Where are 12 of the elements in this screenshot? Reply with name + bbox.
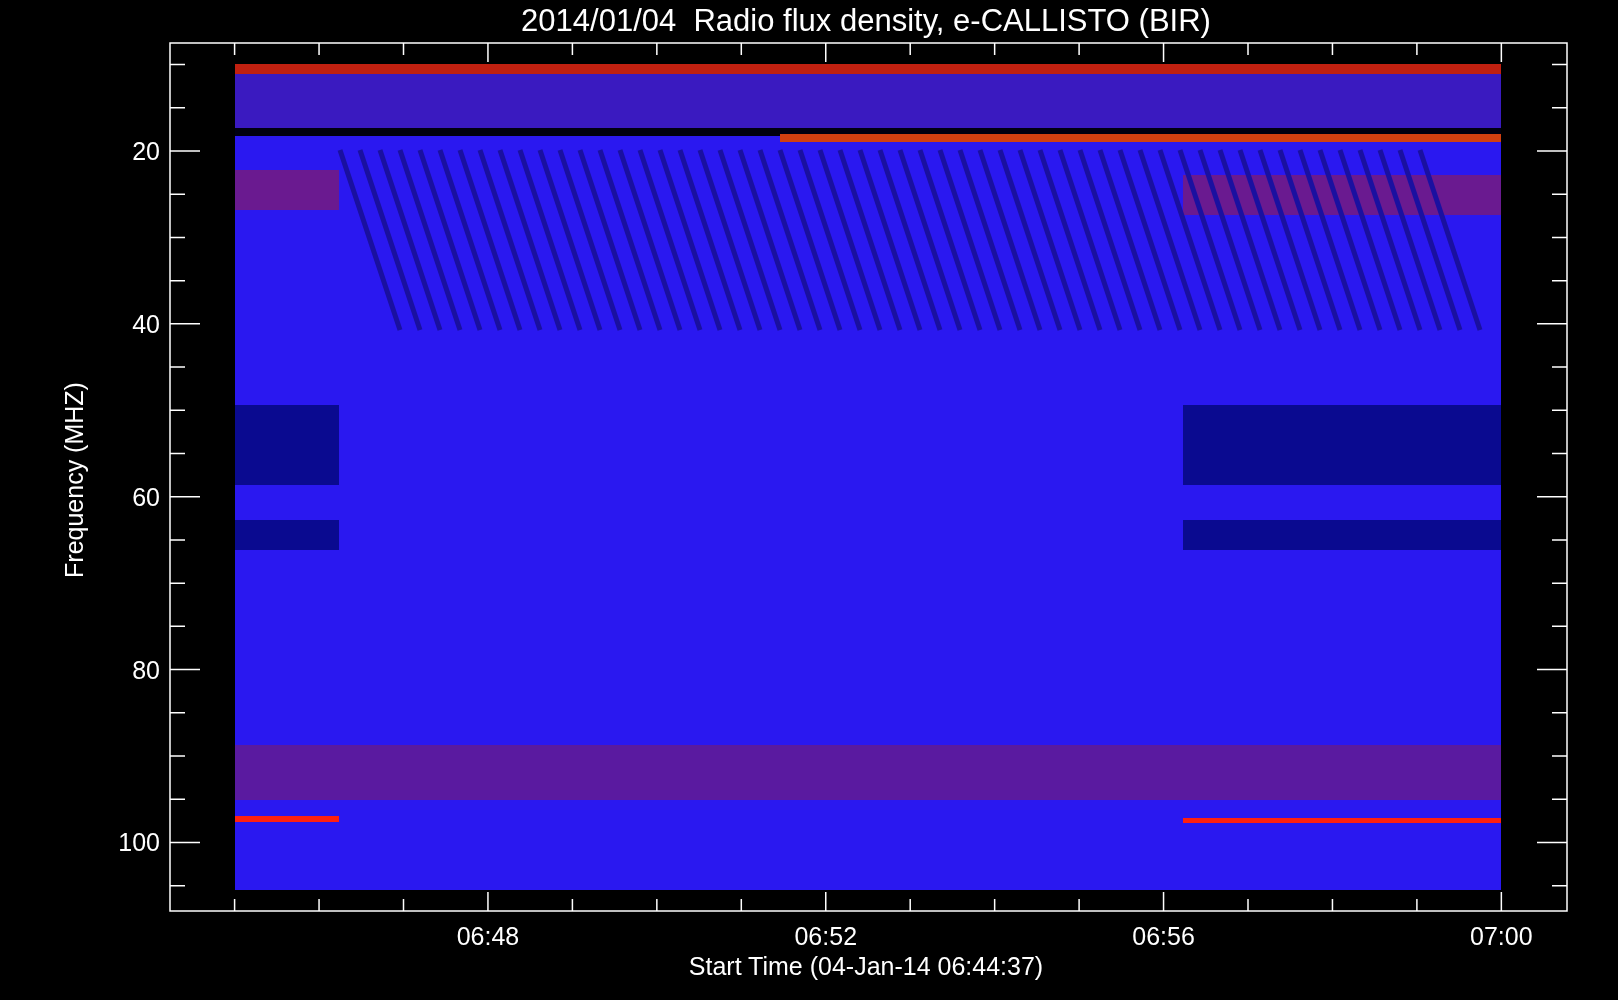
x-tick-label: 06:56	[1132, 922, 1195, 950]
y-tick-label: 20	[132, 137, 160, 165]
y-tick-label: 100	[118, 828, 160, 857]
chart-title: 2014/01/04 Radio flux density, e-CALLISTO (BIR)	[521, 3, 1211, 38]
x-tick-label: 07:00	[1470, 922, 1533, 950]
y-tick-label: 60	[132, 482, 160, 511]
x-axis-label: Start Time (04-Jan-14 06:44:37)	[688, 952, 1044, 980]
y-tick-label: 80	[132, 655, 160, 684]
x-tick-label: 06:52	[794, 922, 858, 950]
x-tick-label: 06:48	[456, 922, 520, 950]
y-tick-label: 40	[132, 309, 160, 338]
y-axis-label: Frequency (MHZ)	[60, 382, 88, 578]
